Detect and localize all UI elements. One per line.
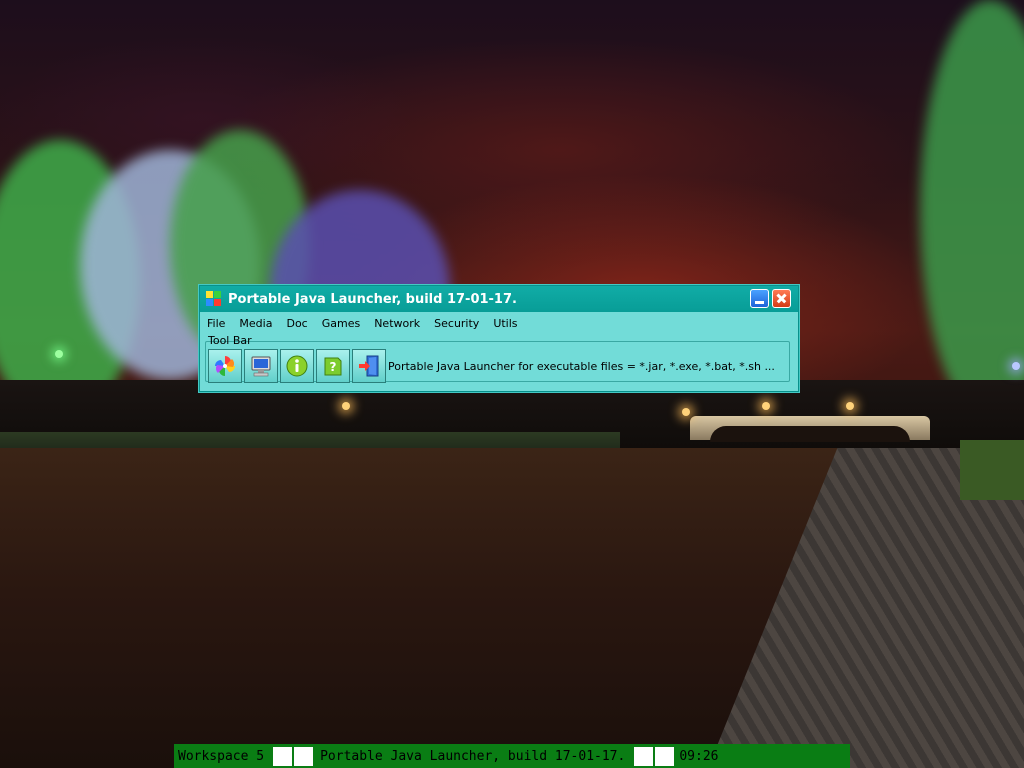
- taskbar-square-3[interactable]: [634, 746, 654, 766]
- title-bar[interactable]: Portable Java Launcher, build 17-01-17.: [200, 286, 798, 312]
- menu-games[interactable]: Games: [315, 317, 367, 330]
- app-window: Portable Java Launcher, build 17-01-17. …: [199, 285, 799, 392]
- pinwheel-icon: [215, 356, 235, 376]
- taskbar: Workspace 5 Portable Java Launcher, buil…: [174, 744, 850, 768]
- menu-file[interactable]: File: [200, 317, 232, 330]
- toolbar: Tool Bar ? Portable Java Launcher for ex…: [205, 334, 792, 386]
- exit-door-icon: [359, 355, 379, 377]
- computer-button[interactable]: [244, 349, 278, 383]
- toolbar-caption: Tool Bar: [208, 334, 252, 347]
- pinwheel-button[interactable]: [208, 349, 242, 383]
- window-title: Portable Java Launcher, build 17-01-17.: [228, 291, 517, 307]
- taskbar-active-window[interactable]: Portable Java Launcher, build 17-01-17.: [320, 749, 625, 764]
- menu-media[interactable]: Media: [232, 317, 279, 330]
- svg-text:?: ?: [330, 360, 337, 374]
- app-grid-icon: [206, 291, 222, 307]
- taskbar-square-2[interactable]: [294, 746, 314, 766]
- menu-security[interactable]: Security: [427, 317, 486, 330]
- info-icon: [286, 355, 308, 377]
- help-button[interactable]: ?: [316, 349, 350, 383]
- help-icon: ?: [324, 357, 342, 376]
- taskbar-square-1[interactable]: [273, 746, 293, 766]
- workspace-label[interactable]: Workspace 5: [178, 749, 264, 764]
- menu-network[interactable]: Network: [367, 317, 427, 330]
- clock: 09:26: [679, 748, 719, 764]
- minimize-button[interactable]: [750, 289, 769, 308]
- menu-doc[interactable]: Doc: [279, 317, 314, 330]
- close-button[interactable]: [772, 289, 791, 308]
- toolbar-description: Portable Java Launcher for executable fi…: [388, 360, 775, 373]
- info-button[interactable]: [280, 349, 314, 383]
- menu-bar: File Media Doc Games Network Security Ut…: [200, 312, 798, 334]
- computer-icon: [251, 356, 271, 377]
- taskbar-square-4[interactable]: [655, 746, 675, 766]
- exit-button[interactable]: [352, 349, 386, 383]
- menu-utils[interactable]: Utils: [486, 317, 524, 330]
